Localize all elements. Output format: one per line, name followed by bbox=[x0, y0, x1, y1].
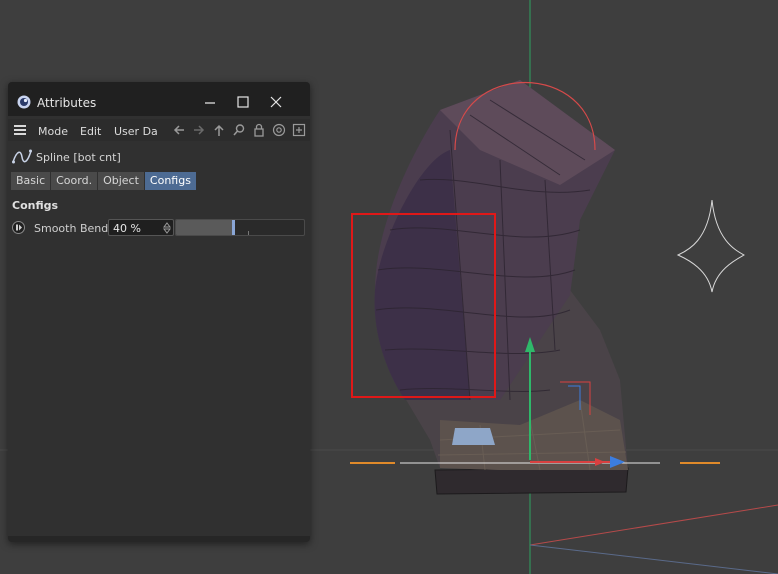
new-panel-icon[interactable] bbox=[292, 123, 306, 137]
menu-user-data[interactable]: User Da bbox=[114, 125, 158, 138]
object-name: Spline [bot cnt] bbox=[36, 151, 121, 164]
maximize-icon[interactable] bbox=[233, 92, 253, 112]
spinner-arrows-icon[interactable] bbox=[163, 222, 171, 234]
lock-icon[interactable] bbox=[252, 123, 266, 137]
arrow-right-icon[interactable] bbox=[192, 123, 206, 137]
menu-mode[interactable]: Mode bbox=[38, 125, 68, 138]
attribute-tabs: Basic Coord. Object Configs bbox=[11, 172, 197, 190]
spline-icon bbox=[12, 149, 32, 164]
panel-footer bbox=[8, 536, 310, 542]
attributes-panel: Attributes Mode Edit User Da Spline [bot… bbox=[8, 82, 310, 542]
keyframe-toggle-icon[interactable] bbox=[12, 221, 25, 234]
slider-tick bbox=[248, 231, 249, 235]
tab-coord[interactable]: Coord. bbox=[51, 172, 99, 190]
hamburger-menu-icon[interactable] bbox=[13, 123, 27, 137]
target-icon[interactable] bbox=[272, 123, 286, 137]
object-header: Spline [bot cnt] bbox=[8, 144, 310, 170]
menu-edit[interactable]: Edit bbox=[80, 125, 101, 138]
smooth-bend-slider[interactable] bbox=[175, 219, 305, 236]
slider-handle[interactable] bbox=[232, 220, 236, 235]
smooth-bend-input[interactable]: 40 % bbox=[108, 219, 174, 236]
smooth-bend-label: Smooth Bend bbox=[34, 222, 109, 235]
smooth-bend-row: Smooth Bend 40 % bbox=[8, 218, 310, 238]
tab-object[interactable]: Object bbox=[98, 172, 145, 190]
title-bar[interactable]: Attributes bbox=[8, 82, 310, 116]
section-title: Configs bbox=[12, 199, 59, 212]
slider-fill bbox=[176, 220, 233, 235]
selected-edge bbox=[452, 428, 495, 445]
arrow-left-icon[interactable] bbox=[172, 123, 186, 137]
window-title: Attributes bbox=[37, 96, 97, 110]
cinema4d-logo-icon bbox=[17, 95, 31, 109]
smooth-bend-value: 40 % bbox=[113, 222, 141, 235]
tab-basic[interactable]: Basic bbox=[11, 172, 52, 190]
tab-configs[interactable]: Configs bbox=[144, 172, 197, 190]
arrow-up-icon[interactable] bbox=[212, 123, 226, 137]
menu-bar: Mode Edit User Da bbox=[8, 119, 310, 141]
minimize-icon[interactable] bbox=[200, 92, 220, 112]
search-icon[interactable] bbox=[232, 123, 246, 137]
close-icon[interactable] bbox=[266, 92, 286, 112]
